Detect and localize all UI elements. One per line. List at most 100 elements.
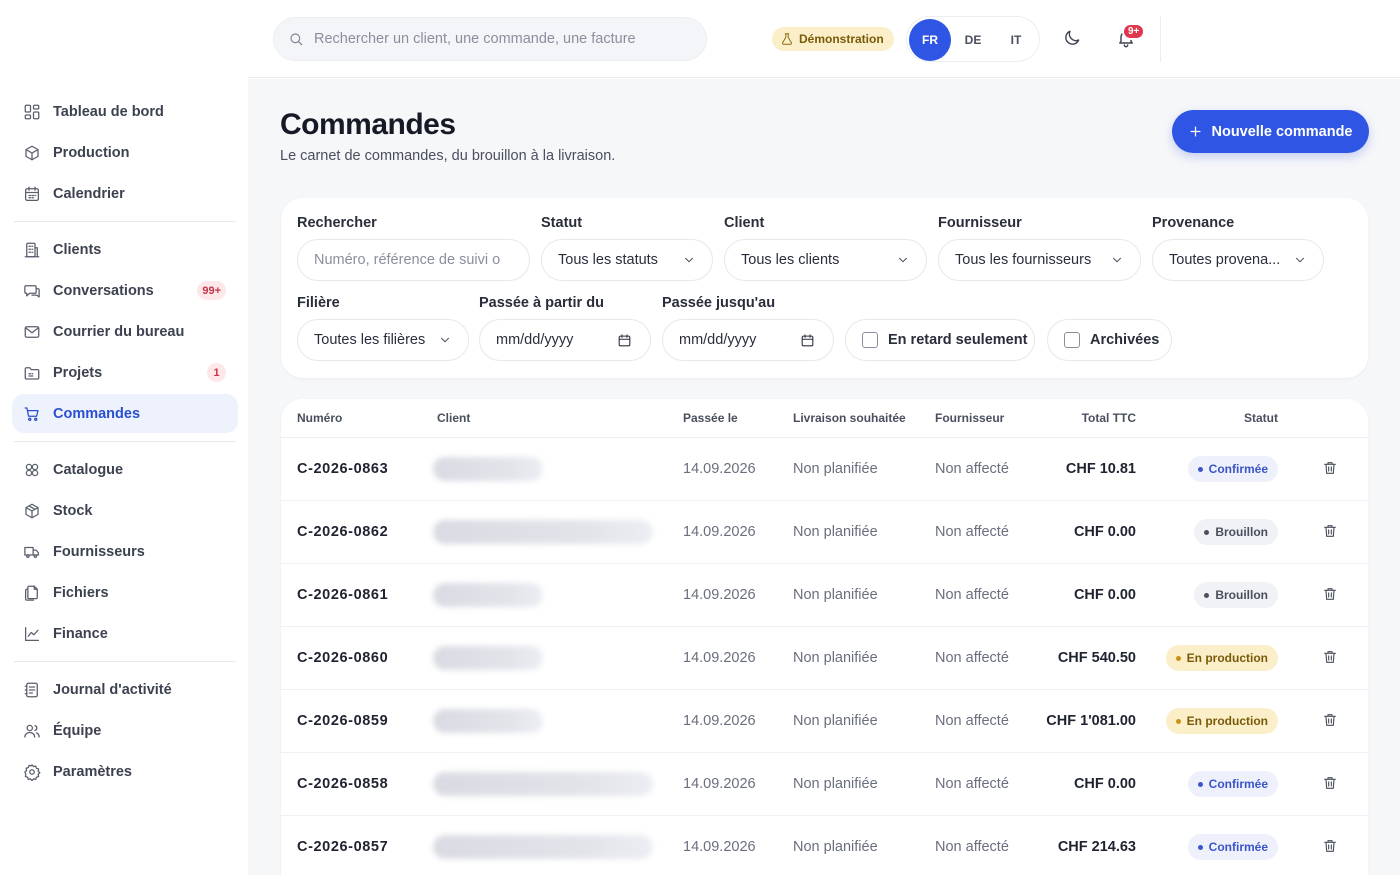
sidebar-item-fichiers[interactable]: Fichiers	[12, 573, 238, 612]
supplier: Non affecté	[935, 839, 1009, 855]
sidebar-item-label: Équipe	[53, 722, 102, 739]
sidebar-item-label: Production	[53, 144, 130, 161]
sidebar-item-commandes[interactable]: Commandes	[12, 394, 238, 433]
filter-statut-select[interactable]: Tous les statuts	[541, 239, 713, 281]
sidebar-item-conversations[interactable]: Conversations 99+	[12, 271, 238, 310]
delivery-date: Non planifiée	[793, 839, 878, 855]
sidebar-item-production[interactable]: Production	[12, 133, 238, 172]
filter-search-input[interactable]: Numéro, référence de suivi o	[297, 239, 530, 281]
status-badge: Confirmée	[1187, 834, 1278, 860]
theme-toggle-button[interactable]	[1056, 22, 1088, 54]
table-row[interactable]: C-2026-0859 14.09.2026 Non planifiée Non af…	[281, 690, 1368, 753]
order-number[interactable]: C-2026-0862	[297, 524, 388, 540]
delete-button[interactable]	[1322, 649, 1340, 667]
sidebar-item-label: Commandes	[53, 405, 141, 422]
order-number[interactable]: C-2026-0859	[297, 713, 388, 729]
delete-button[interactable]	[1322, 712, 1340, 730]
sidebar-item-journal[interactable]: Journal d'activité	[12, 670, 238, 709]
sidebar-item-label: Catalogue	[53, 461, 124, 478]
sidebar-item-stock[interactable]: Stock	[12, 491, 238, 530]
filter-client-select[interactable]: Tous les clients	[724, 239, 927, 281]
sidebar-item-label: Conversations	[53, 282, 154, 299]
conversations-badge: 99+	[197, 281, 226, 300]
filter-to-date[interactable]: mm/dd/yyyy	[662, 319, 834, 361]
status-label: Confirmée	[1208, 462, 1268, 476]
sidebar-item-fournisseurs[interactable]: Fournisseurs	[12, 532, 238, 571]
order-total: CHF 10.81	[1065, 461, 1136, 477]
order-number[interactable]: C-2026-0861	[297, 587, 388, 603]
filter-late-checkbox[interactable]: En retard seulement	[845, 319, 1035, 361]
col-fournisseur[interactable]: Fournisseur	[935, 411, 1004, 425]
status-label: Confirmée	[1208, 777, 1268, 791]
order-date: 14.09.2026	[683, 713, 756, 729]
col-client[interactable]: Client	[437, 411, 470, 425]
col-total[interactable]: Total TTC	[1082, 411, 1136, 425]
delete-button[interactable]	[1322, 460, 1340, 478]
global-search[interactable]	[273, 17, 707, 61]
sidebar-item-finance[interactable]: Finance	[12, 614, 238, 653]
delivery-date: Non planifiée	[793, 524, 878, 540]
filter-from-date[interactable]: mm/dd/yyyy	[479, 319, 651, 361]
sidebar-item-label: Journal d'activité	[53, 681, 172, 698]
sidebar-item-clients[interactable]: Clients	[12, 230, 238, 269]
table-row[interactable]: C-2026-0857 14.09.2026 Non planifiée Non af…	[281, 816, 1368, 875]
col-passee[interactable]: Passée le	[683, 411, 738, 425]
col-statut[interactable]: Statut	[1244, 411, 1278, 425]
status-dot	[1204, 592, 1210, 598]
table-row[interactable]: C-2026-0862 14.09.2026 Non planifiée Non af…	[281, 501, 1368, 564]
supplier: Non affecté	[935, 650, 1009, 666]
sidebar-divider	[14, 441, 236, 442]
table-header: Numéro Client Passée le Livraison souhai…	[281, 399, 1368, 438]
sidebar-item-courrier[interactable]: Courrier du bureau	[12, 312, 238, 351]
client-name-redacted	[433, 520, 653, 544]
sidebar-item-calendrier[interactable]: Calendrier	[12, 174, 238, 213]
sidebar-item-catalogue[interactable]: Catalogue	[12, 450, 238, 489]
filter-client-value: Tous les clients	[741, 252, 840, 268]
sidebar-item-parametres[interactable]: Paramètres	[12, 752, 238, 791]
status-badge: Confirmée	[1187, 771, 1278, 797]
lang-it[interactable]: IT	[995, 19, 1037, 61]
filter-provenance-select[interactable]: Toutes provena...	[1152, 239, 1324, 281]
delivery-date: Non planifiée	[793, 650, 878, 666]
table-row[interactable]: C-2026-0863 14.09.2026 Non planifiée Non af…	[281, 438, 1368, 501]
status-dot	[1175, 718, 1181, 724]
status-label: Confirmée	[1208, 840, 1268, 854]
order-number[interactable]: C-2026-0860	[297, 650, 388, 666]
filter-archived-label: Archivées	[1090, 332, 1160, 348]
lang-de[interactable]: DE	[952, 19, 994, 61]
delete-button[interactable]	[1322, 838, 1340, 856]
sidebar-item-tableau-de-bord[interactable]: Tableau de bord	[12, 92, 238, 131]
delete-button[interactable]	[1322, 586, 1340, 604]
filter-archived-checkbox[interactable]: Archivées	[1047, 319, 1172, 361]
status-badge: En production	[1165, 645, 1278, 671]
global-search-input[interactable]	[314, 31, 694, 47]
table-row[interactable]: C-2026-0860 14.09.2026 Non planifiée Non af…	[281, 627, 1368, 690]
order-number[interactable]: C-2026-0858	[297, 776, 388, 792]
table-row[interactable]: C-2026-0861 14.09.2026 Non planifiée Non af…	[281, 564, 1368, 627]
status-label: En production	[1186, 714, 1268, 728]
delete-button[interactable]	[1322, 775, 1340, 793]
trash-icon	[1324, 588, 1336, 600]
filter-from-label: Passée à partir du	[479, 295, 604, 311]
trash-icon	[1324, 777, 1336, 789]
sidebar-item-projets[interactable]: Projets 1	[12, 353, 238, 392]
status-badge: Confirmée	[1187, 456, 1278, 482]
order-number[interactable]: C-2026-0857	[297, 839, 388, 855]
col-numero[interactable]: Numéro	[297, 411, 342, 425]
order-number[interactable]: C-2026-0863	[297, 461, 388, 477]
delete-button[interactable]	[1322, 523, 1340, 541]
table-row[interactable]: C-2026-0858 14.09.2026 Non planifiée Non af…	[281, 753, 1368, 816]
filter-filiere-select[interactable]: Toutes les filières	[297, 319, 469, 361]
status-dot	[1197, 781, 1203, 787]
filter-fournisseur-select[interactable]: Tous les fournisseurs	[938, 239, 1141, 281]
lang-fr[interactable]: FR	[909, 19, 951, 61]
page-title: Commandes	[280, 108, 456, 141]
delivery-date: Non planifiée	[793, 713, 878, 729]
col-livraison[interactable]: Livraison souhaitée	[793, 411, 906, 425]
filter-fournisseur-label: Fournisseur	[938, 215, 1022, 231]
sidebar-item-label: Tableau de bord	[53, 103, 164, 120]
sidebar-item-equipe[interactable]: Équipe	[12, 711, 238, 750]
status-dot	[1197, 844, 1203, 850]
sidebar: Tableau de bord Production Calendrier Cl…	[0, 0, 248, 875]
new-order-button[interactable]: Nouvelle commande	[1172, 110, 1369, 153]
